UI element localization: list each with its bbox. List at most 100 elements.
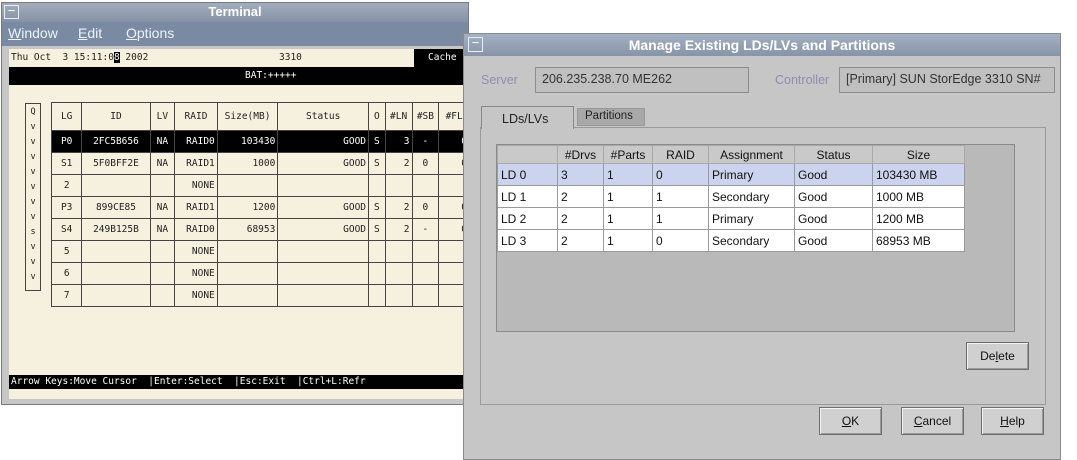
cache-status: Cache xyxy=(414,49,470,67)
table-header-cell: Size(MB) xyxy=(216,102,279,131)
ld-cell: 2 xyxy=(557,185,604,208)
table-cell xyxy=(368,174,386,197)
table-row[interactable]: S4249B125BNARAID068953GOODS2-0 xyxy=(50,218,470,241)
table-cell: NA xyxy=(149,152,176,175)
table-cell: GOOD xyxy=(277,196,370,219)
table-row[interactable]: 2 NONE xyxy=(50,174,470,197)
table-cell: S xyxy=(368,152,386,175)
table-cell: 5F0BFF2E xyxy=(81,152,151,175)
datetime: Thu Oct 3 15:11:08 2002 xyxy=(11,52,149,63)
ld-row[interactable]: LD 2 2 1 1 Primary Good 1200 MB xyxy=(497,207,965,230)
table-cell: 2 xyxy=(384,152,413,175)
controller-label: Controller xyxy=(775,73,830,87)
ld-cell: 1200 MB xyxy=(872,207,965,230)
table-cell: 2 xyxy=(50,174,83,197)
table-cell: - xyxy=(411,218,440,241)
table-cell: GOOD xyxy=(277,152,370,175)
ld-cell: 1 xyxy=(603,229,653,252)
table-header-cell: ID xyxy=(81,102,151,131)
terminal-screen[interactable]: Thu Oct 3 15:11:08 2002 3310 Cache BAT:+… xyxy=(9,49,470,399)
ld-row[interactable]: LD 0 3 1 0 Primary Good 103430 MB xyxy=(497,163,965,186)
table-cell: S4 xyxy=(50,218,83,241)
manage-dialog: − Manage Existing LDs/LVs and Partitions… xyxy=(463,33,1061,460)
table-cell: S xyxy=(368,218,386,241)
ld-cell: 1 xyxy=(652,185,709,208)
table-cell xyxy=(216,262,279,285)
table-cell: 6 xyxy=(50,262,83,285)
column-header[interactable]: RAID xyxy=(652,145,709,164)
ld-cell: Secondary xyxy=(708,185,795,208)
table-cell: RAID0 xyxy=(174,130,218,153)
help-button[interactable]: Help xyxy=(981,407,1044,435)
column-header[interactable]: Assignment xyxy=(708,145,795,164)
ld-row[interactable]: LD 1 2 1 1 Secondary Good 1000 MB xyxy=(497,185,965,208)
column-header[interactable] xyxy=(497,145,558,164)
table-row[interactable]: P3899CE85NARAID11200GOODS200 xyxy=(50,196,470,219)
table-cell xyxy=(216,284,279,307)
indicator-char: v xyxy=(30,212,36,222)
dialog-title: Manage Existing LDs/LVs and Partitions xyxy=(628,37,896,53)
table-cell: GOOD xyxy=(277,218,370,241)
tab-ldslvs[interactable]: LDs/LVs xyxy=(481,106,574,129)
table-row[interactable]: S15F0BFF2ENARAID11000GOODS200 xyxy=(50,152,470,175)
menu-window[interactable]: Window xyxy=(8,25,58,41)
column-header[interactable]: Status xyxy=(794,145,873,164)
table-cell xyxy=(81,284,151,307)
ld-cell: 1 xyxy=(603,185,653,208)
table-cell: 103430 xyxy=(216,130,279,153)
table-row[interactable]: 5 NONE xyxy=(50,240,470,263)
ld-cell: Good xyxy=(794,229,873,252)
cancel-button[interactable]: Cancel xyxy=(901,407,964,435)
delete-button[interactable]: Delete xyxy=(966,342,1029,370)
menu-options[interactable]: Options xyxy=(126,25,174,41)
table-row[interactable]: 7 NONE xyxy=(50,284,470,307)
table-cell: 2 xyxy=(384,218,413,241)
table-cell: NONE xyxy=(174,284,218,307)
table-cell: P3 xyxy=(50,196,83,219)
ld-cell: 0 xyxy=(652,229,709,252)
table-cell xyxy=(411,240,440,263)
controller-model: 3310 xyxy=(279,52,302,63)
column-header[interactable]: Size xyxy=(872,145,965,164)
ld-cell: Primary xyxy=(708,207,795,230)
table-cell: 0 xyxy=(411,152,440,175)
dialog-titlebar[interactable]: − Manage Existing LDs/LVs and Partitions xyxy=(464,34,1060,56)
terminal-title: Terminal xyxy=(208,4,262,19)
table-cell: 2FC5B656 xyxy=(81,130,151,153)
table-cell: 1000 xyxy=(216,152,279,175)
ld-cell: 1000 MB xyxy=(872,185,965,208)
table-cell: 5 xyxy=(50,240,83,263)
table-row[interactable]: 6 NONE xyxy=(50,262,470,285)
tab-partitions[interactable]: Partitions xyxy=(577,108,645,126)
indicator-char: v xyxy=(30,182,36,192)
table-row[interactable]: P02FC5B656NARAID0103430GOODS3-0 xyxy=(50,130,470,153)
ld-cell: 2 xyxy=(557,207,604,230)
table-cell: NONE xyxy=(174,240,218,263)
table-cell xyxy=(411,174,440,197)
terminal-menubar: Window Edit Options xyxy=(2,22,468,46)
indicator-char: s xyxy=(30,227,36,237)
ok-button[interactable]: OK xyxy=(819,407,882,435)
table-cell: NONE xyxy=(174,174,218,197)
table-cell: 249B125B xyxy=(81,218,151,241)
terminal-header-line: Thu Oct 3 15:11:08 2002 3310 xyxy=(9,49,470,67)
server-label: Server xyxy=(481,73,518,87)
menu-edit[interactable]: Edit xyxy=(78,25,102,41)
indicator-char: v xyxy=(30,152,36,162)
ld-cell: 1 xyxy=(652,207,709,230)
ld-cell: Good xyxy=(794,207,873,230)
table-cell xyxy=(384,174,413,197)
column-header[interactable]: #Drvs xyxy=(557,145,604,164)
table-cell: RAID1 xyxy=(174,152,218,175)
ld-cell: LD 3 xyxy=(497,229,558,252)
ld-cell: LD 1 xyxy=(497,185,558,208)
indicator-char: v xyxy=(30,242,36,252)
table-cell xyxy=(277,174,370,197)
table-cell xyxy=(149,262,176,285)
table-header-cell: #LN xyxy=(384,102,413,131)
table-cell: NONE xyxy=(174,262,218,285)
terminal-titlebar[interactable]: − Terminal xyxy=(2,3,468,22)
ld-row[interactable]: LD 3 2 1 0 Secondary Good 68953 MB xyxy=(497,229,965,252)
table-cell xyxy=(368,240,386,263)
column-header[interactable]: #Parts xyxy=(603,145,653,164)
